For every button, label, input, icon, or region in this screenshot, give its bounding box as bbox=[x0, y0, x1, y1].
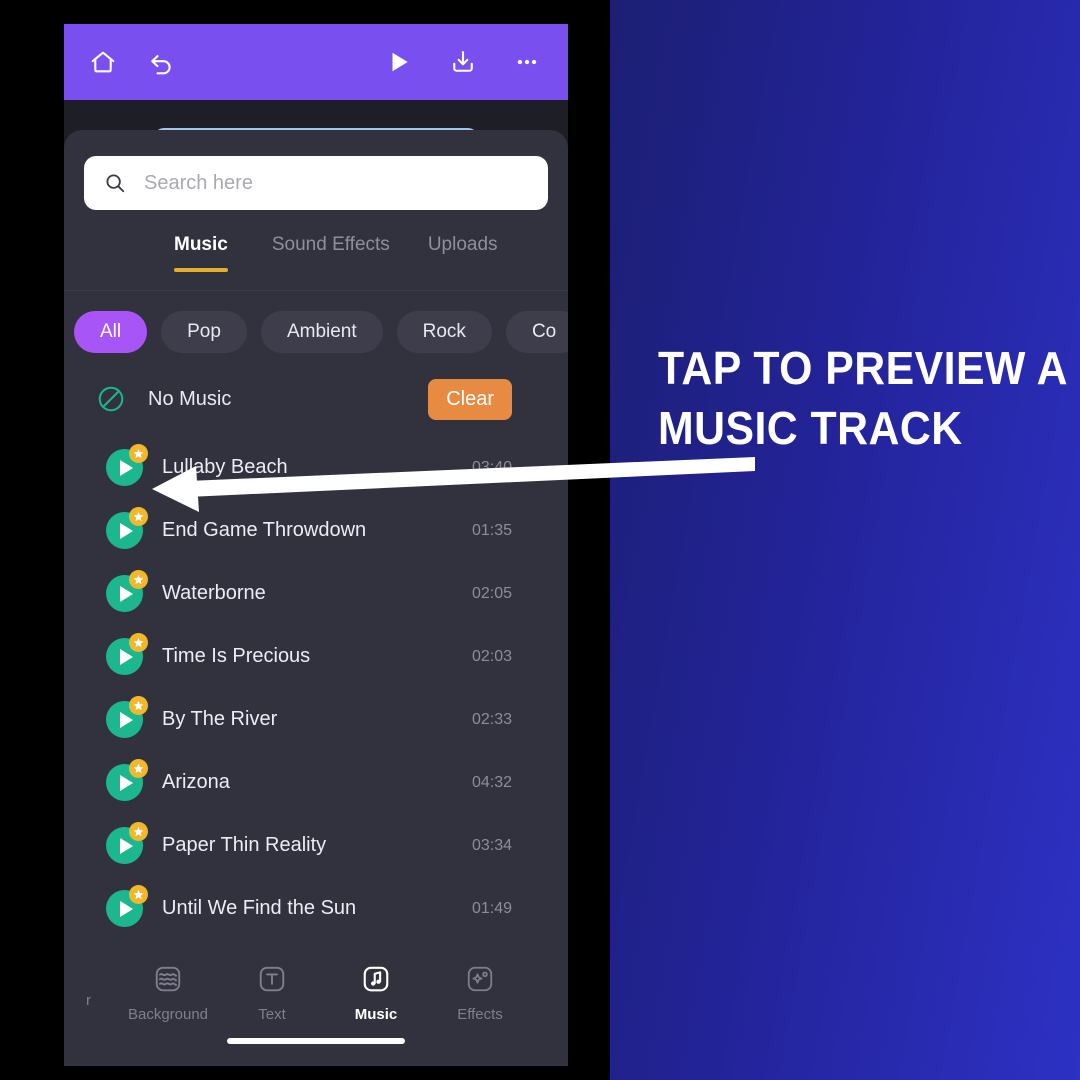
play-preview-icon[interactable] bbox=[106, 633, 148, 675]
track-title: By The River bbox=[162, 708, 278, 730]
undo-icon[interactable] bbox=[144, 45, 178, 79]
play-icon[interactable] bbox=[382, 45, 416, 79]
track-duration: 03:40 bbox=[471, 458, 512, 476]
play-preview-icon[interactable] bbox=[106, 885, 148, 927]
premium-star-icon bbox=[129, 507, 148, 526]
more-options-icon[interactable] bbox=[510, 45, 544, 79]
track-title: Arizona bbox=[162, 771, 230, 793]
promo-heading: TAP TO PREVIEW A MUSIC TRACK bbox=[658, 338, 1068, 458]
tab-uploads[interactable]: Uploads bbox=[428, 234, 498, 272]
track-row[interactable]: Until We Find the Sun 01:49 bbox=[64, 877, 568, 940]
layers-icon bbox=[151, 962, 185, 996]
track-row[interactable]: By The River 02:33 bbox=[64, 688, 568, 751]
premium-star-icon bbox=[129, 570, 148, 589]
music-note-icon bbox=[359, 962, 393, 996]
phone-screen: Music Sound Effects Uploads All Pop Ambi… bbox=[64, 24, 568, 1066]
track-row[interactable]: Time Is Precious 02:03 bbox=[64, 625, 568, 688]
bottom-nav: r Background Text Music Effects bbox=[64, 948, 568, 1066]
track-row[interactable]: Lullaby Beach 03:40 bbox=[64, 436, 568, 499]
search-bar[interactable] bbox=[84, 156, 548, 210]
play-preview-icon[interactable] bbox=[106, 822, 148, 864]
text-icon bbox=[255, 962, 289, 996]
no-music-label: No Music bbox=[148, 387, 232, 410]
no-music-icon bbox=[96, 384, 126, 414]
genre-chip-row[interactable]: All Pop Ambient Rock Co bbox=[64, 308, 568, 356]
track-duration: 02:03 bbox=[471, 647, 512, 665]
tabs-divider bbox=[64, 290, 568, 291]
nav-label-music: Music bbox=[354, 1006, 398, 1023]
screenshot-root: TAP TO PREVIEW A MUSIC TRACK Search here… bbox=[0, 0, 1080, 1080]
chip-ambient[interactable]: Ambient bbox=[260, 311, 383, 353]
search-icon bbox=[102, 170, 128, 196]
category-tabs: Music Sound Effects Uploads bbox=[64, 234, 568, 286]
track-title: Lullaby Beach bbox=[162, 456, 288, 478]
premium-star-icon bbox=[129, 444, 148, 463]
no-music-row[interactable]: No Music Clear bbox=[64, 370, 568, 428]
play-preview-icon[interactable] bbox=[106, 444, 148, 486]
nav-item-text[interactable]: Text bbox=[220, 962, 324, 1023]
track-row[interactable]: End Game Throwdown 01:35 bbox=[64, 499, 568, 562]
track-title: Until We Find the Sun bbox=[162, 897, 357, 919]
track-duration: 01:49 bbox=[471, 899, 512, 917]
tab-music[interactable]: Music bbox=[174, 234, 228, 272]
premium-star-icon bbox=[129, 759, 148, 778]
search-input[interactable] bbox=[142, 170, 532, 196]
track-duration: 02:05 bbox=[471, 584, 512, 602]
nav-item-effects[interactable]: Effects bbox=[428, 962, 532, 1023]
nav-label-background: Background bbox=[127, 1006, 209, 1023]
play-preview-icon[interactable] bbox=[106, 570, 148, 612]
track-duration: 02:33 bbox=[471, 710, 512, 728]
home-icon[interactable] bbox=[86, 45, 120, 79]
track-title: Waterborne bbox=[162, 582, 266, 604]
track-duration: 03:34 bbox=[471, 836, 512, 854]
music-panel-sheet: Music Sound Effects Uploads All Pop Ambi… bbox=[64, 130, 568, 1066]
chip-rock[interactable]: Rock bbox=[396, 311, 492, 353]
track-title: Paper Thin Reality bbox=[162, 834, 327, 856]
clear-button[interactable]: Clear bbox=[428, 378, 512, 420]
chip-all[interactable]: All bbox=[74, 311, 148, 353]
play-preview-icon[interactable] bbox=[106, 696, 148, 738]
promo-panel: TAP TO PREVIEW A MUSIC TRACK bbox=[610, 0, 1080, 1080]
promo-heading-line-1: TAP TO PREVIEW A bbox=[658, 342, 1068, 394]
track-row[interactable]: Arizona 04:32 bbox=[64, 751, 568, 814]
track-title: Time Is Precious bbox=[162, 645, 311, 667]
track-duration: 01:35 bbox=[471, 521, 512, 539]
download-icon[interactable] bbox=[446, 45, 480, 79]
nav-item-background[interactable]: Background bbox=[116, 962, 220, 1023]
home-indicator bbox=[227, 1038, 405, 1044]
sparkle-icon bbox=[463, 962, 497, 996]
chip-country[interactable]: Co bbox=[505, 311, 568, 353]
nav-label-text: Text bbox=[258, 1006, 286, 1023]
track-title: End Game Throwdown bbox=[162, 519, 367, 541]
tab-sound-effects[interactable]: Sound Effects bbox=[272, 234, 390, 272]
premium-star-icon bbox=[129, 822, 148, 841]
track-row[interactable]: Paper Thin Reality 03:34 bbox=[64, 814, 568, 877]
play-preview-icon[interactable] bbox=[106, 507, 148, 549]
premium-star-icon bbox=[129, 885, 148, 904]
premium-star-icon bbox=[129, 696, 148, 715]
promo-heading-line-2: MUSIC TRACK bbox=[658, 402, 963, 454]
track-list: Lullaby Beach 03:40 End Game Throwdown 0… bbox=[64, 436, 568, 940]
nav-item-music[interactable]: Music bbox=[324, 962, 428, 1023]
nav-label-effects: Effects bbox=[457, 1006, 503, 1023]
track-duration: 04:32 bbox=[471, 773, 512, 791]
premium-star-icon bbox=[129, 633, 148, 652]
chip-pop[interactable]: Pop bbox=[161, 311, 247, 353]
play-preview-icon[interactable] bbox=[106, 759, 148, 801]
app-toolbar bbox=[64, 24, 568, 100]
track-row[interactable]: Waterborne 02:05 bbox=[64, 562, 568, 625]
